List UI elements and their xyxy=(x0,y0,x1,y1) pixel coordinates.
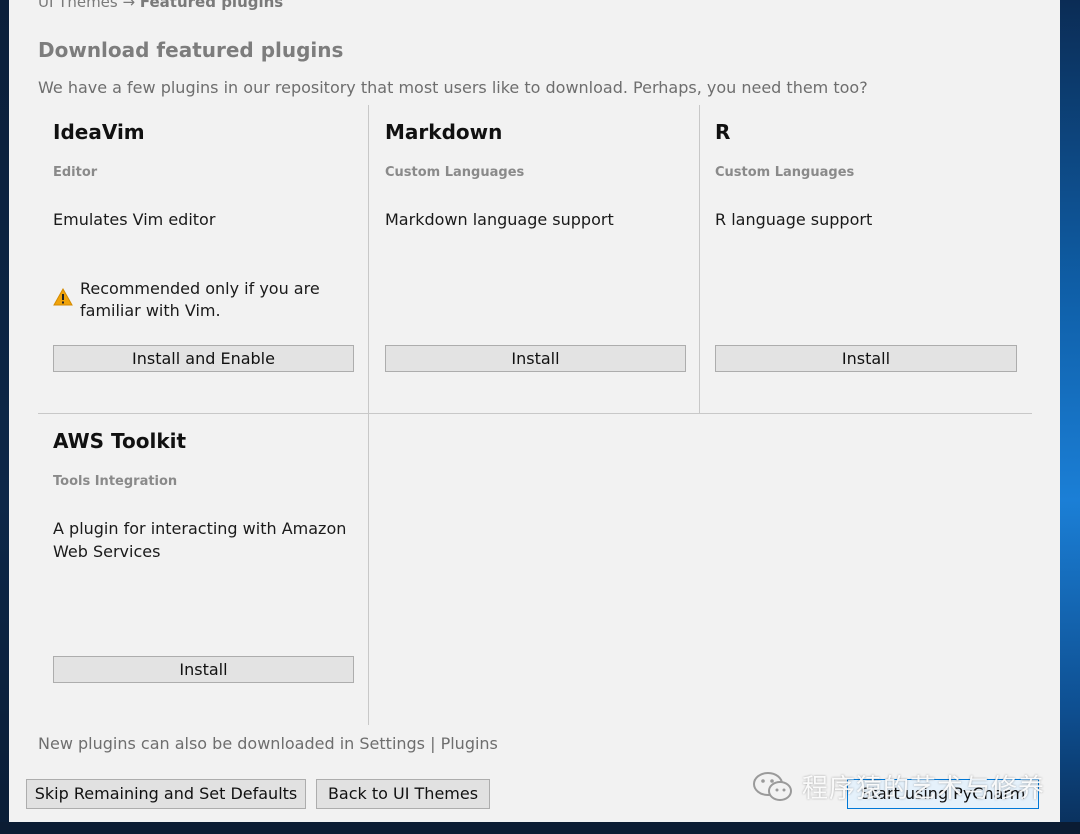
wizard-window: UI Themes → Featured plugins Download fe… xyxy=(9,0,1060,822)
watermark-text: 程序猿的艺术与修养 xyxy=(802,774,1046,804)
plugin-description: A plugin for interacting with Amazon Web… xyxy=(53,519,347,561)
plugin-category: Custom Languages xyxy=(715,165,855,180)
install-button[interactable]: Install xyxy=(385,345,686,372)
plugin-name: R xyxy=(715,120,731,144)
breadcrumb-arrow: → xyxy=(122,0,136,11)
plugin-category: Custom Languages xyxy=(385,165,525,180)
skip-remaining-button[interactable]: Skip Remaining and Set Defaults xyxy=(26,779,306,809)
grid-divider-horizontal xyxy=(38,413,1032,414)
plugin-name: IdeaVim xyxy=(53,120,145,144)
plugin-card-ideavim: IdeaVim Editor Emulates Vim editor Recom… xyxy=(53,120,355,380)
install-button[interactable]: Install xyxy=(53,656,354,683)
footer-note: New plugins can also be downloaded in Se… xyxy=(38,734,498,753)
plugin-category: Editor xyxy=(53,165,98,180)
plugin-name: Markdown xyxy=(385,120,503,144)
page-subtitle: We have a few plugins in our repository … xyxy=(38,78,868,97)
page-title: Download featured plugins xyxy=(38,38,344,62)
breadcrumb: UI Themes → Featured plugins xyxy=(38,0,283,11)
warning-icon xyxy=(53,288,73,306)
breadcrumb-current: Featured plugins xyxy=(139,0,284,11)
desktop-background-left xyxy=(0,0,9,834)
plugin-card-markdown: Markdown Custom Languages Markdown langu… xyxy=(385,120,687,380)
plugin-name: AWS Toolkit xyxy=(53,429,187,453)
desktop-background-right xyxy=(1060,0,1080,834)
install-and-enable-button[interactable]: Install and Enable xyxy=(53,345,354,372)
plugin-category: Tools Integration xyxy=(53,474,178,489)
plugin-description: Markdown language support xyxy=(385,210,614,229)
wechat-icon xyxy=(753,772,792,801)
install-button[interactable]: Install xyxy=(715,345,1017,372)
breadcrumb-previous[interactable]: UI Themes xyxy=(38,0,118,11)
warning-text: Recommended only if you are familiar wit… xyxy=(80,279,320,320)
grid-divider-vertical-2 xyxy=(699,105,700,413)
plugin-card-r: R Custom Languages R language support In… xyxy=(715,120,1017,380)
plugin-description: R language support xyxy=(715,210,873,229)
grid-divider-vertical-1 xyxy=(368,105,369,725)
desktop-background-bottom xyxy=(0,822,1080,834)
plugin-card-aws-toolkit: AWS Toolkit Tools Integration A plugin f… xyxy=(53,429,355,689)
back-button[interactable]: Back to UI Themes xyxy=(316,779,490,809)
plugin-description: Emulates Vim editor xyxy=(53,210,216,229)
